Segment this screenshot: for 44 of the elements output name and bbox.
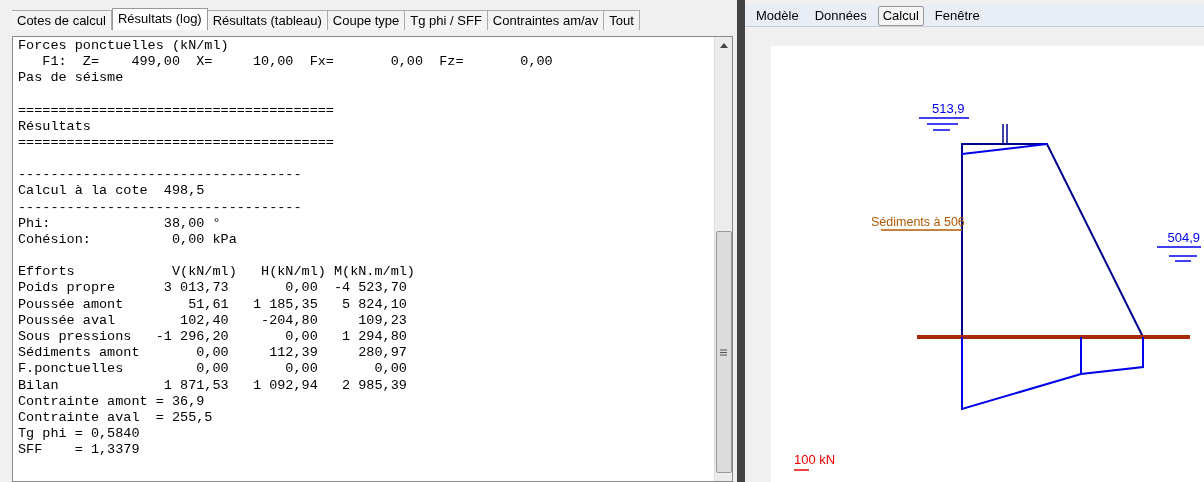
tab[interactable]: Tout	[604, 10, 640, 30]
log-line: Sous pressions -1 296,20 0,00 1 294,80	[18, 329, 407, 346]
grip-icon	[720, 348, 727, 356]
tab[interactable]: Cotes de calcul	[12, 10, 112, 30]
log-line: F.ponctuelles 0,00 0,00 0,00	[18, 361, 407, 378]
log-line: Calcul à la cote 498,5	[18, 183, 205, 200]
menu-item[interactable]: Calcul	[877, 5, 924, 26]
water-level-symbol	[918, 117, 970, 131]
log-line: =======================================	[18, 135, 334, 152]
water-level-label: 504,9	[1167, 230, 1200, 245]
tab[interactable]: Résultats (tableau)	[207, 10, 328, 30]
menu-item[interactable]: Modèle	[751, 5, 804, 26]
log-line: =======================================	[18, 102, 334, 119]
log-line: Poids propre 3 013,73 0,00 -4 523,70	[18, 280, 407, 297]
scrollbar[interactable]	[714, 37, 732, 481]
tab[interactable]: Tg phi / SFF	[405, 10, 488, 30]
log-line: Sédiments amont 0,00 112,39 280,97	[18, 345, 407, 362]
log-line: Tg phi = 0,5840	[18, 426, 140, 443]
menu-item[interactable]: Données	[809, 5, 872, 26]
tab[interactable]: Coupe type	[327, 10, 406, 30]
water-level-symbol	[1156, 246, 1201, 262]
log-line: Cohésion: 0,00 kPa	[18, 232, 237, 249]
water-level-label: 513,9	[932, 101, 965, 116]
scroll-thumb[interactable]	[715, 231, 732, 473]
tab[interactable]: Résultats (log)	[111, 8, 208, 30]
tab[interactable]: Contraintes am/av	[487, 10, 605, 30]
log-line: Résultats	[18, 118, 91, 135]
log-line: Contrainte amont = 36,9	[18, 393, 205, 411]
log-line: Bilan 1 871,53 1 092,94 2 985,39	[18, 377, 407, 394]
menu-item[interactable]: Fenêtre	[929, 5, 985, 26]
log-line: Pas de séisme	[18, 70, 124, 87]
log-line: Poussée amont 51,61 1 185,35 5 824,10	[18, 296, 407, 313]
log-line: Phi: 38,00 °	[18, 215, 221, 233]
log-line: Contrainte aval = 255,5	[18, 410, 213, 427]
log-line: Efforts V(kN/ml) H(kN/ml) M(kN.m/ml)	[18, 264, 415, 281]
scale-label: 100 kN	[794, 452, 836, 467]
log-line: -----------------------------------	[18, 167, 302, 184]
scale-bar	[793, 469, 810, 471]
log-line: Forces ponctuelles (kN/ml)	[18, 38, 229, 55]
log-line: SFF = 1,3379	[18, 442, 140, 459]
log-line: F1: Z= 499,00 X= 10,00 Fx= 0,00 Fz= 0,00	[41, 54, 553, 71]
scroll-up-icon[interactable]	[719, 43, 728, 48]
log-line: -----------------------------------	[18, 199, 302, 216]
log-line: Poussée aval 102,40 -204,80 109,23	[18, 312, 407, 330]
